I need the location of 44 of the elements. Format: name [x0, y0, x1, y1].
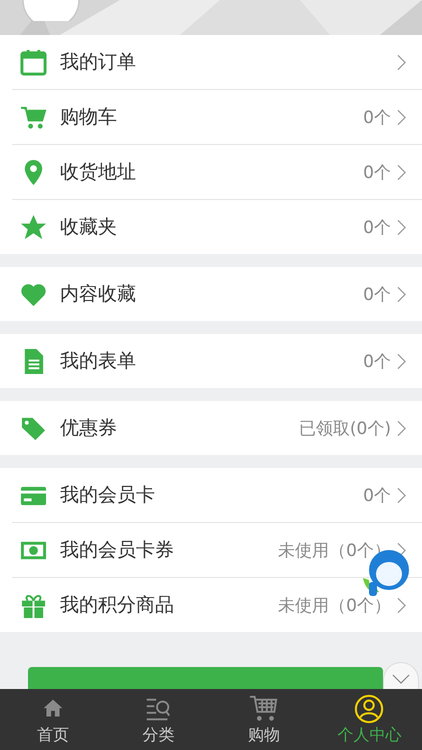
avatar[interactable]	[22, 0, 80, 21]
menu-item[interactable]: 我的会员卡 0个	[12, 468, 422, 523]
item-label: 我的订单	[60, 50, 137, 75]
item-label: 优惠券	[60, 416, 118, 441]
tab[interactable]: 个人中心	[316, 689, 422, 750]
item-label: 我的会员卡	[60, 483, 156, 508]
menu-item[interactable]: 我的积分商品 未使用（0个）	[12, 578, 422, 632]
cart-icon	[248, 694, 279, 724]
menu-item[interactable]: 我的订单	[12, 35, 422, 90]
item-label: 收藏夹	[60, 215, 118, 240]
menu-item[interactable]: 收藏夹 0个	[12, 200, 422, 254]
chevron-down-icon	[392, 674, 410, 684]
item-count: 0个	[363, 216, 391, 238]
calendar-icon	[20, 48, 47, 76]
chevron-icon	[397, 486, 406, 504]
item-count: 0个	[363, 284, 391, 306]
chevron-icon	[397, 54, 406, 70]
tab[interactable]: 首页	[0, 689, 106, 750]
item-count: 未使用（0个）	[278, 594, 391, 616]
item-label: 收货地址	[60, 160, 137, 185]
item-count: 0个	[363, 162, 391, 184]
chevron-icon	[397, 164, 406, 180]
tab[interactable]: 购物	[211, 689, 316, 750]
tab[interactable]: 分类	[106, 689, 211, 750]
item-label: 我的表单	[60, 349, 137, 374]
chevron-icon	[397, 352, 406, 370]
star-icon	[20, 214, 47, 240]
chevron-icon	[397, 218, 406, 236]
user-icon	[354, 694, 384, 724]
scroll-top-button[interactable]	[383, 662, 419, 689]
item-count: 已领取(0个)	[298, 418, 391, 440]
chevron-icon	[397, 108, 406, 126]
menu-item[interactable]: 购物车 0个	[12, 90, 422, 145]
chevron-icon	[397, 420, 406, 436]
chevron-icon	[397, 596, 406, 614]
item-label: 我的会员卡券	[60, 538, 175, 563]
menu-item[interactable]: 收货地址 0个	[12, 145, 422, 200]
item-label: 购物车	[60, 105, 118, 130]
chevron-icon	[397, 286, 406, 302]
item-count: 0个	[363, 484, 391, 506]
item-label: 我的积分商品	[60, 593, 175, 618]
item-count: 0个	[363, 350, 391, 372]
item-label: 内容收藏	[60, 282, 137, 307]
item-count: 0个	[363, 106, 391, 128]
